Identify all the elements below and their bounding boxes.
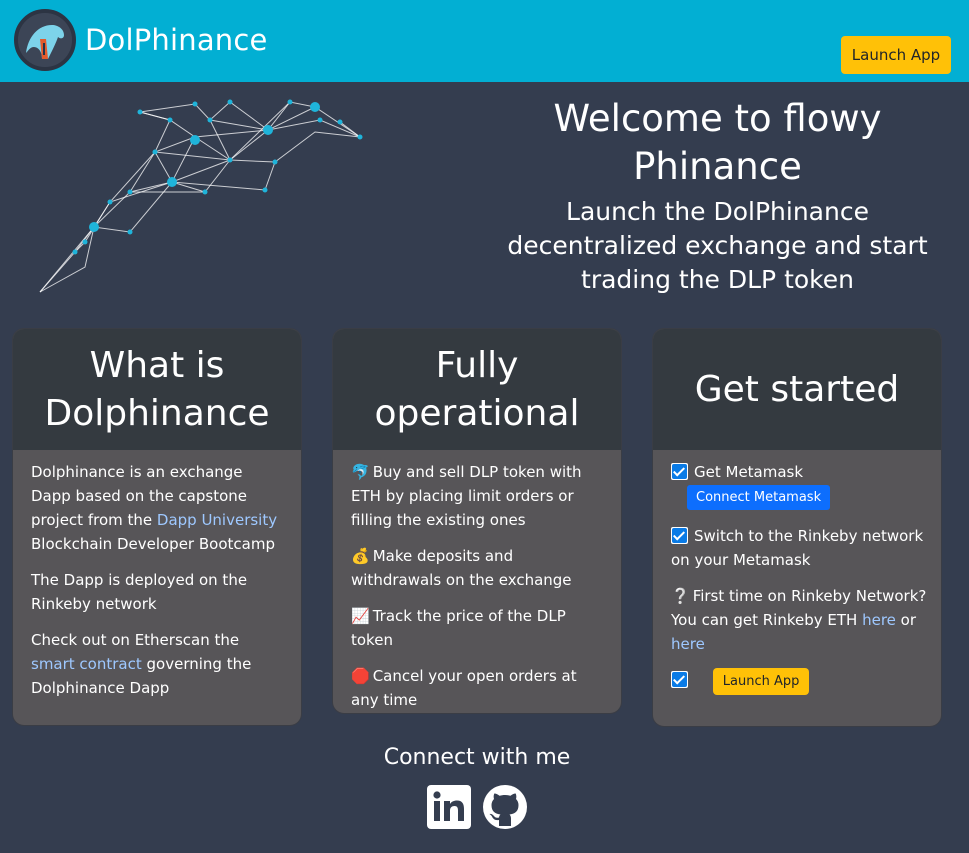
hero: Welcome to flowy Phinance Launch the Dol…: [480, 95, 955, 297]
list-item: 💰 Make deposits and withdrawals on the ex…: [351, 544, 607, 592]
connect-title: Connect with me: [383, 745, 571, 770]
text: Track the price of the DLP token: [351, 607, 566, 649]
question-icon: ❔: [671, 587, 690, 605]
card-what-is-dolphinance: What is Dolphinance Dolphinance is an ex…: [12, 328, 302, 726]
card-fully-operational: Fully operational 🐬 Buy and sell DLP toke…: [332, 328, 622, 714]
social-links: [426, 784, 528, 830]
connect-metamask-button[interactable]: Connect Metamask: [687, 485, 831, 510]
stop-sign-icon: 🛑: [351, 667, 370, 685]
dolphin-logo-icon: [14, 9, 76, 71]
brand-name: DolPhinance: [85, 23, 268, 57]
hero-title: Welcome to flowy Phinance: [553, 97, 882, 188]
linkedin-icon[interactable]: [426, 784, 472, 830]
text: Buy and sell DLP token with ETH by placi…: [351, 463, 582, 529]
faucet-link-1[interactable]: here: [862, 611, 896, 629]
step-rinkeby-eth: ❔ First time on Rinkeby Network? You can …: [671, 584, 927, 656]
card-title: Fully operational: [333, 329, 621, 450]
text: Switch to the Rinkeby network on your Me…: [671, 527, 924, 569]
text: Get Metamask: [694, 463, 804, 481]
card-paragraph: Check out on Etherscan the smart contrac…: [31, 628, 287, 700]
checkbox[interactable]: [671, 463, 688, 480]
dapp-university-link[interactable]: Dapp University: [157, 511, 277, 529]
card-paragraph: Dolphinance is an exchange Dapp based on…: [31, 460, 287, 556]
list-item: 🐬 Buy and sell DLP token with ETH by plac…: [351, 460, 607, 532]
github-icon[interactable]: [482, 784, 528, 830]
text: Check out on Etherscan the: [31, 631, 240, 649]
step-switch-network: Switch to the Rinkeby network on your Me…: [671, 524, 927, 572]
dolphin-icon: 🐬: [351, 463, 370, 481]
smart-contract-link[interactable]: smart contract: [31, 655, 142, 673]
hero-subtitle: Launch the DolPhinance decentralized exc…: [507, 197, 928, 294]
card-title: What is Dolphinance: [13, 329, 301, 450]
brand[interactable]: DolPhinance: [14, 9, 268, 71]
checkbox[interactable]: [671, 527, 688, 544]
list-item: 📈 Track the price of the DLP token: [351, 604, 607, 652]
money-bag-icon: 💰: [351, 547, 370, 565]
text: Blockchain Developer Bootcamp: [31, 535, 275, 553]
card-get-started: Get started Get Metamask Connect Metamas…: [652, 328, 942, 727]
step-launch: Launch App: [671, 668, 927, 695]
text: Make deposits and withdrawals on the exc…: [351, 547, 572, 589]
chart-icon: 📈: [351, 607, 370, 625]
launch-app-button[interactable]: Launch App: [841, 36, 951, 74]
navbar: DolPhinance Launch App: [0, 0, 969, 82]
list-item: 🛑 Cancel your open orders at any time: [351, 664, 607, 712]
text: Cancel your open orders at any time: [351, 667, 577, 709]
step-get-metamask: Get Metamask Connect Metamask: [671, 460, 927, 510]
card-title: Get started: [653, 329, 941, 450]
checkbox[interactable]: [671, 671, 688, 688]
network-dolphin-illustration: [39, 99, 363, 293]
text: or: [895, 611, 917, 629]
card-paragraph: The Dapp is deployed on the Rinkeby netw…: [31, 571, 248, 613]
launch-app-button-card[interactable]: Launch App: [712, 668, 810, 695]
faucet-link-2[interactable]: here: [671, 635, 705, 653]
